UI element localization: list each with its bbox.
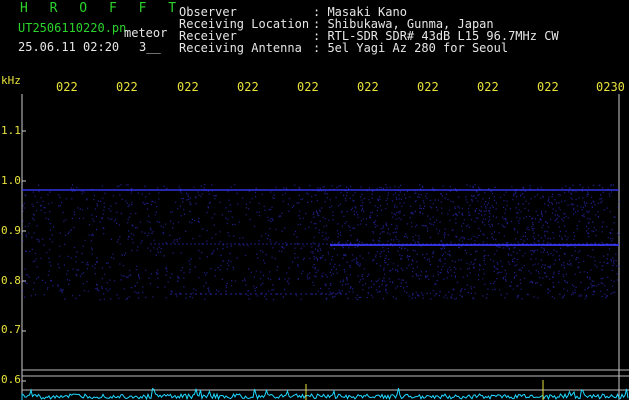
mode-label: meteor xyxy=(124,26,168,40)
filename-label: UT2506110220.pn xyxy=(18,21,127,35)
datetime-label: 25.06.11 02:20 xyxy=(18,40,120,54)
noise-speckle-field xyxy=(22,184,620,301)
app-title: H R O F F T xyxy=(20,1,184,16)
x-tick-label: 022 xyxy=(417,80,439,94)
count-label: 3__ xyxy=(139,40,161,54)
hrofft-window: H R O F F T UT2506110220.pn meteor 25.06… xyxy=(0,0,629,400)
x-tick-label: 022 xyxy=(297,80,319,94)
antenna-label: Receiving Antenna xyxy=(179,41,302,55)
spectrogram-canvas xyxy=(21,94,629,400)
x-tick-label: 022 xyxy=(116,80,138,94)
x-tick-label: 0230 xyxy=(596,80,625,94)
x-tick-label: 022 xyxy=(477,80,499,94)
x-tick-label: 022 xyxy=(177,80,199,94)
x-tick-label: 022 xyxy=(357,80,379,94)
x-tick-label: 022 xyxy=(537,80,559,94)
spectrogram-plot xyxy=(0,94,629,400)
x-tick-label: 022 xyxy=(237,80,259,94)
x-tick-label: 022 xyxy=(56,80,78,94)
y-unit-label: kHz xyxy=(1,74,21,87)
antenna-value: : 5el Yagi Az 280 for Seoul xyxy=(313,41,509,55)
